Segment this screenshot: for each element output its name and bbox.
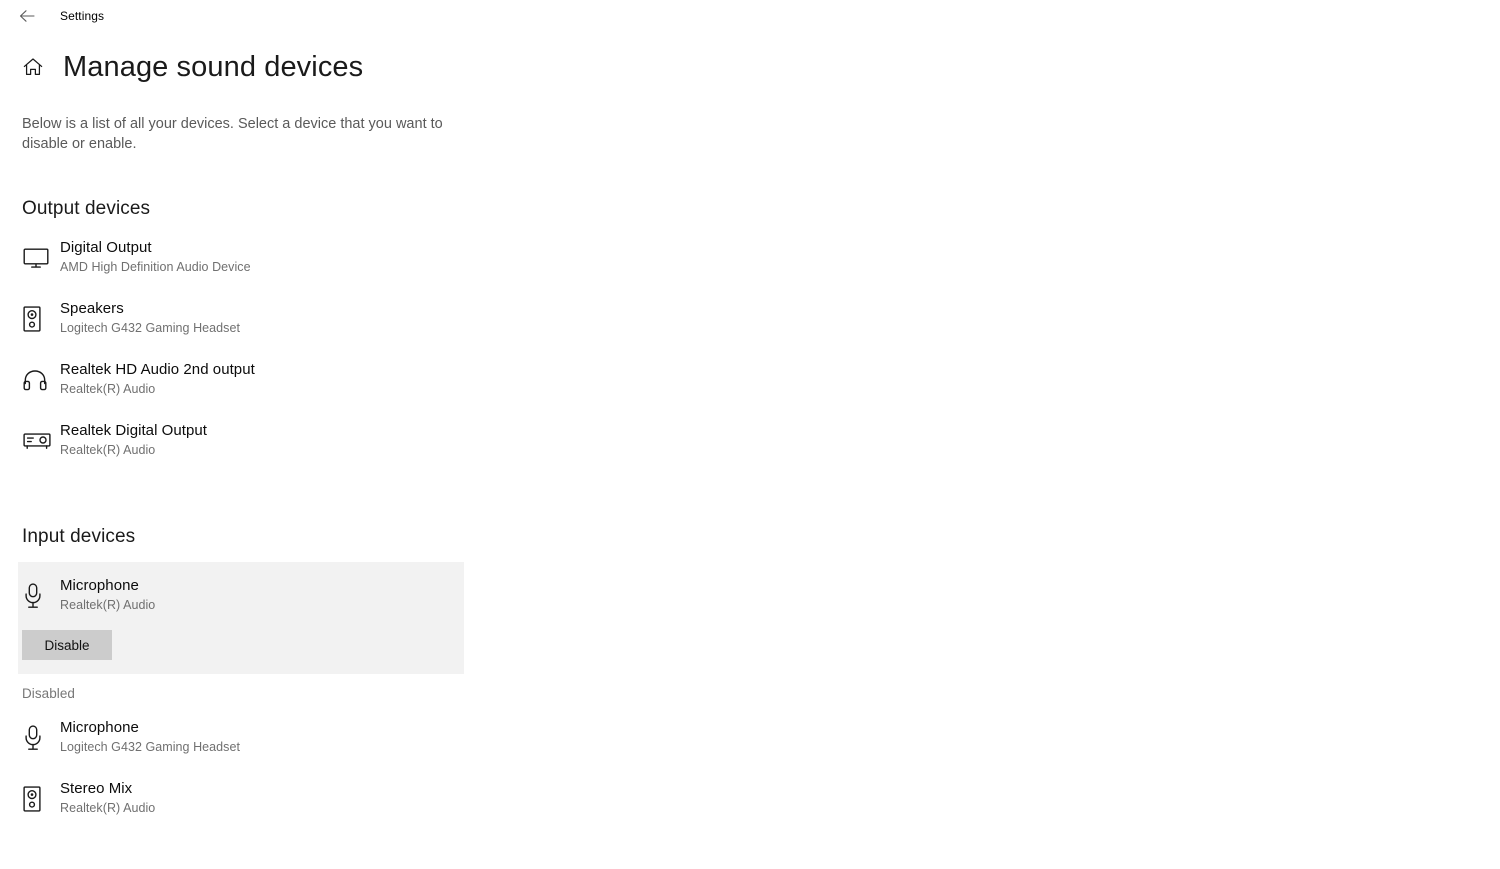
device-subtitle: Realtek(R) Audio [60,598,156,612]
page-content: Manage sound devices Below is a list of … [0,32,480,838]
device-row-microphone-selected[interactable]: Microphone Realtek(R) Audio [22,574,464,618]
window-title: Settings [60,9,105,23]
page-header: Manage sound devices [22,46,480,88]
device-info: Microphone Realtek(R) Audio [60,574,155,614]
selected-device-panel[interactable]: Microphone Realtek(R) Audio Disable [18,562,464,674]
device-name: Realtek HD Audio 2nd output [60,361,255,378]
headphones-icon [22,358,60,398]
device-subtitle: Realtek(R) Audio [60,443,156,457]
page-description: Below is a list of all your devices. Sel… [22,116,443,152]
title-bar: Settings [0,0,1500,32]
device-info: Speakers Logitech G432 Gaming Headset [60,297,240,337]
home-icon[interactable] [22,56,44,78]
microphone-icon [22,574,60,614]
device-info: Realtek Digital Output Realtek(R) Audio [60,419,207,459]
output-devices-heading: Output devices [22,198,151,219]
back-arrow-icon [17,6,37,26]
device-subtitle: Logitech G432 Gaming Headset [60,321,240,335]
device-row-speakers[interactable]: Speakers Logitech G432 Gaming Headset [22,297,480,358]
device-name: Realtek Digital Output [60,422,208,439]
device-row-microphone-logitech[interactable]: Microphone Logitech G432 Gaming Headset [22,716,480,777]
device-info: Digital Output AMD High Definition Audio… [60,236,251,276]
page-title: Manage sound devices [63,50,364,83]
device-name: Stereo Mix [60,780,133,797]
disabled-group-label: Disabled [22,686,75,701]
device-row-realtek-hd-audio-2nd-output[interactable]: Realtek HD Audio 2nd output Realtek(R) A… [22,358,480,419]
device-name: Speakers [60,300,124,317]
disable-button[interactable]: Disable [22,630,112,660]
device-info: Stereo Mix Realtek(R) Audio [60,777,155,817]
receiver-icon [22,419,60,459]
back-button[interactable] [12,1,42,31]
monitor-icon [22,236,60,276]
device-row-digital-output[interactable]: Digital Output AMD High Definition Audio… [22,236,480,297]
microphone-icon [22,716,60,756]
device-subtitle: AMD High Definition Audio Device [60,260,251,274]
input-devices-heading: Input devices [22,526,136,547]
device-name: Microphone [60,577,139,594]
device-subtitle: Realtek(R) Audio [60,382,156,396]
disabled-devices-list: Microphone Logitech G432 Gaming Headset … [22,716,480,838]
device-row-stereo-mix[interactable]: Stereo Mix Realtek(R) Audio [22,777,480,838]
device-subtitle: Logitech G432 Gaming Headset [60,740,240,754]
device-info: Microphone Logitech G432 Gaming Headset [60,716,240,756]
device-info: Realtek HD Audio 2nd output Realtek(R) A… [60,358,255,398]
device-subtitle: Realtek(R) Audio [60,801,156,815]
speaker-icon [22,297,60,337]
device-row-realtek-digital-output[interactable]: Realtek Digital Output Realtek(R) Audio [22,419,480,480]
device-name: Digital Output [60,239,152,256]
speaker-icon [22,777,60,817]
device-name: Microphone [60,719,139,736]
output-devices-list: Digital Output AMD High Definition Audio… [22,236,480,480]
